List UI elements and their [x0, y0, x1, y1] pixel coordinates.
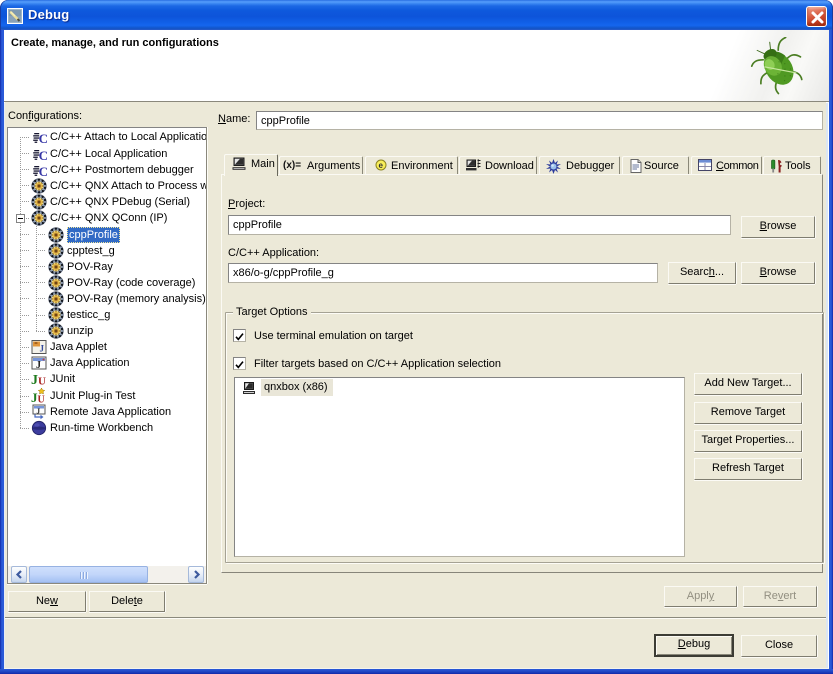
- svg-text:C: C: [39, 164, 47, 178]
- svg-text:U: U: [38, 395, 45, 405]
- svg-text:e: e: [379, 161, 384, 170]
- svg-text:C: C: [39, 131, 47, 145]
- svg-text:C: C: [39, 148, 47, 162]
- svg-text:J: J: [36, 360, 41, 371]
- svg-text:J: J: [31, 373, 38, 387]
- svg-text:U: U: [38, 376, 46, 388]
- svg-text:J: J: [37, 408, 41, 416]
- svg-text:J: J: [40, 344, 45, 354]
